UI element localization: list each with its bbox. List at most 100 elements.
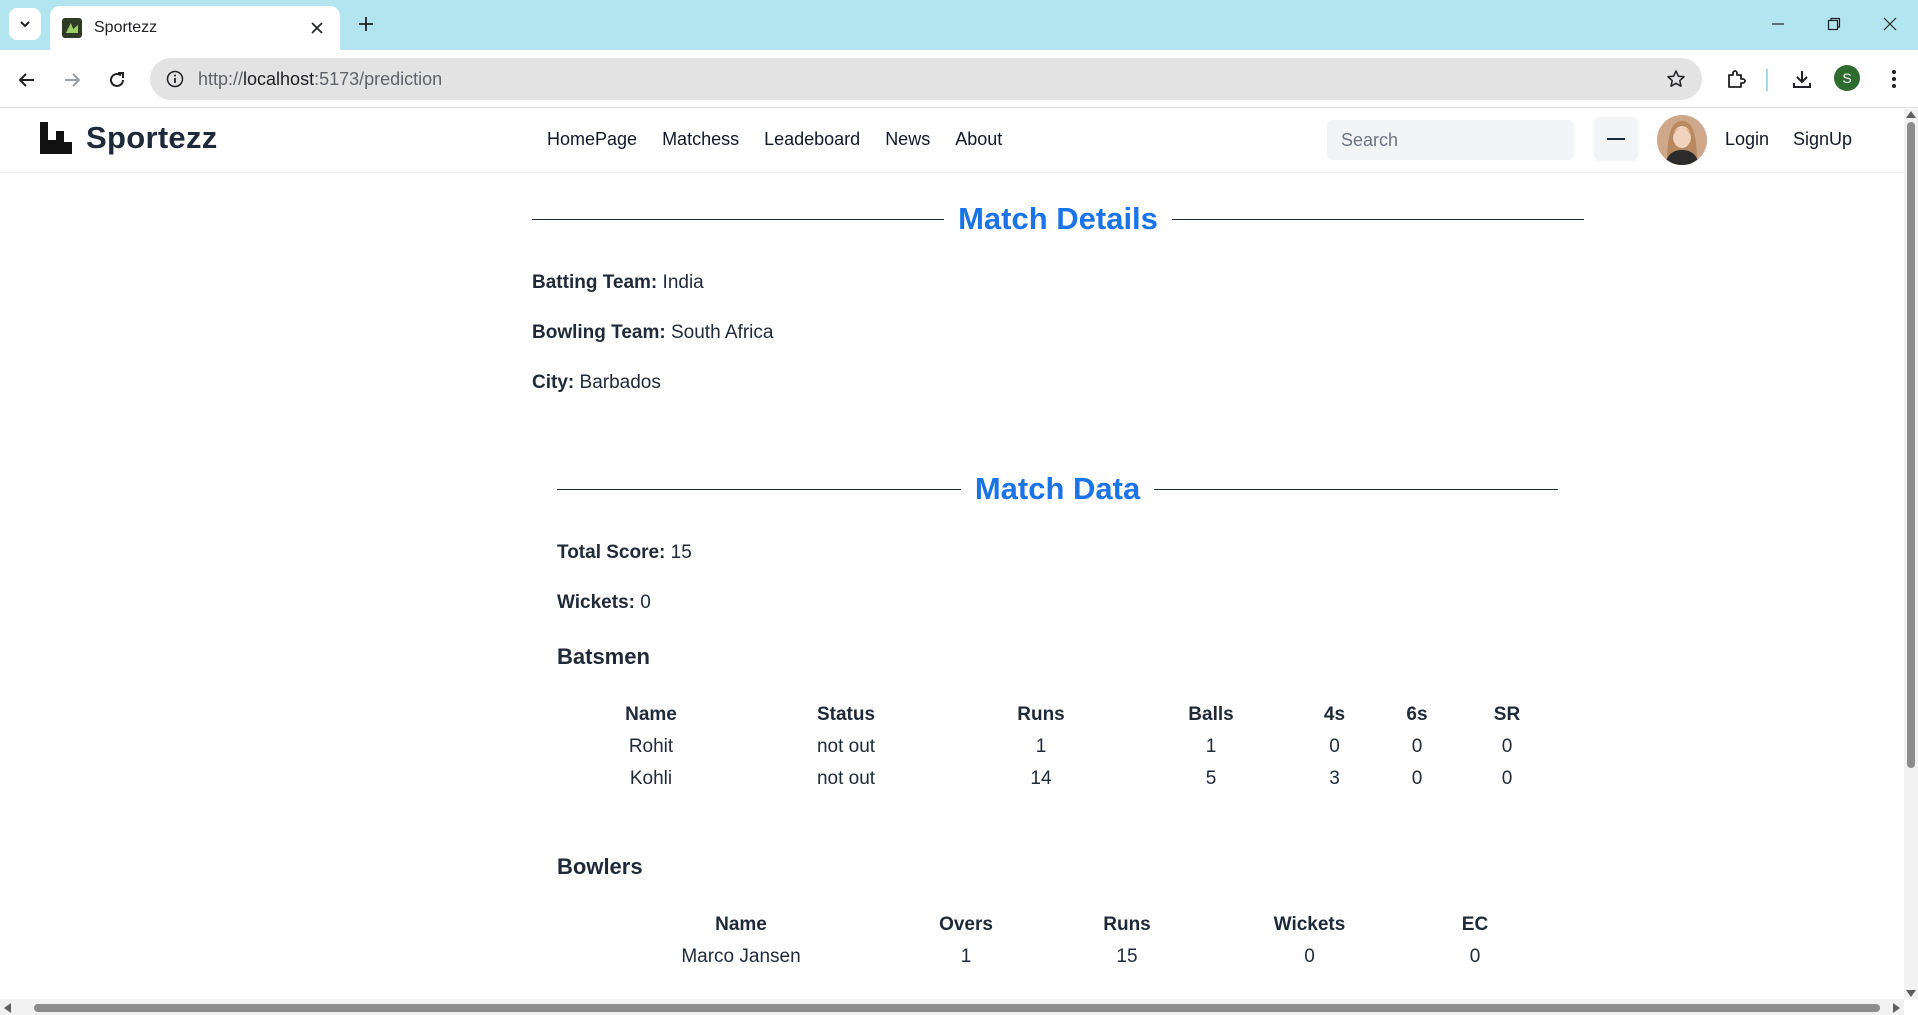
minimize-button[interactable] <box>1756 8 1800 40</box>
table-cell: not out <box>816 736 876 757</box>
nav-link-news[interactable]: News <box>885 129 930 150</box>
browser-tab-active[interactable]: Sportezz <box>50 6 340 50</box>
more-menu-icon[interactable] <box>1878 63 1910 95</box>
batting-team-line: Batting Team: India <box>532 272 704 294</box>
column-header: EC <box>1461 914 1489 935</box>
batsmen-heading: Batsmen <box>557 644 650 669</box>
download-icon[interactable] <box>1786 63 1818 95</box>
brand[interactable]: Sportezz <box>40 120 218 156</box>
bookmark-star-icon[interactable] <box>1664 67 1688 91</box>
table-cell: 14 <box>1030 768 1052 789</box>
match-details-heading: Match Details <box>532 201 1584 237</box>
new-tab-button[interactable] <box>352 10 380 38</box>
bowlers-heading: Bowlers <box>557 854 643 879</box>
back-button[interactable] <box>11 64 43 96</box>
extensions-icon[interactable] <box>1720 63 1752 95</box>
column-header: 6s <box>1406 704 1428 725</box>
site-info-icon[interactable] <box>164 68 186 90</box>
nav-link-matches[interactable]: Matchess <box>662 129 739 150</box>
wickets-line: Wickets: 0 <box>557 592 651 614</box>
scroll-left-arrow-icon[interactable] <box>4 1003 11 1013</box>
column-header: Overs <box>939 914 993 935</box>
scroll-right-arrow-icon[interactable] <box>1893 1003 1900 1013</box>
column-header: Wickets <box>1273 914 1346 935</box>
table-cell: Kohli <box>629 768 673 789</box>
tab-close-button[interactable] <box>306 17 328 39</box>
url-text: http://localhost:5173/prediction <box>198 68 443 89</box>
column-header: Runs <box>1103 914 1151 935</box>
signup-link[interactable]: SignUp <box>1793 129 1852 150</box>
reload-button[interactable] <box>101 64 133 96</box>
tab-search-button[interactable] <box>9 8 41 40</box>
scroll-down-arrow-icon[interactable] <box>1906 990 1916 997</box>
app-header: Sportezz HomePage Matchess Leadeboard Ne… <box>0 109 1904 173</box>
table-header-row: Name Overs Runs Wickets EC <box>600 909 1535 941</box>
user-avatar[interactable] <box>1657 115 1707 165</box>
search-input[interactable] <box>1327 120 1574 160</box>
profile-avatar-button[interactable]: S <box>1834 65 1860 91</box>
arrow-right-icon <box>65 73 81 87</box>
brand-name: Sportezz <box>86 120 218 155</box>
column-header: Name <box>625 704 677 725</box>
batting-team-value: India <box>662 272 704 293</box>
vertical-scroll-thumb[interactable] <box>1907 122 1915 768</box>
table-cell: 0 <box>1329 736 1340 757</box>
nav-link-leaderboard[interactable]: Leadeboard <box>764 129 860 150</box>
table-cell: 1 <box>960 946 972 967</box>
column-header: 4s <box>1323 704 1346 725</box>
page-viewport: Sportezz HomePage Matchess Leadeboard Ne… <box>0 109 1904 999</box>
city-label: City: <box>532 372 575 393</box>
table-cell: 1 <box>1205 736 1217 757</box>
menu-toggle-button[interactable] <box>1594 117 1638 161</box>
total-score-line: Total Score: 15 <box>557 542 692 564</box>
heading-rule-left <box>532 218 945 220</box>
brand-logo-icon <box>40 122 72 154</box>
nav-link-homepage[interactable]: HomePage <box>547 129 637 150</box>
batsmen-table: Name Status Runs Balls 4s 6s SR Rohit no… <box>557 699 1562 795</box>
toolbar-divider <box>1766 69 1768 91</box>
table-row: Rohit not out 1 1 0 0 0 <box>557 731 1562 763</box>
table-cell: 5 <box>1205 768 1217 789</box>
restore-button[interactable] <box>1812 8 1856 40</box>
table-header-row: Name Status Runs Balls 4s 6s SR <box>557 699 1562 731</box>
table-row: Marco Jansen 1 15 0 0 <box>600 941 1535 973</box>
login-link[interactable]: Login <box>1725 129 1769 150</box>
vertical-scrollbar[interactable] <box>1904 109 1918 999</box>
scroll-up-arrow-icon[interactable] <box>1906 111 1916 118</box>
match-data-heading: Match Data <box>557 471 1558 507</box>
batting-team-label: Batting Team: <box>532 272 658 293</box>
column-header: Status <box>816 704 876 725</box>
table-row: Kohli not out 14 5 3 0 0 <box>557 763 1562 795</box>
forward-button[interactable] <box>56 64 88 96</box>
close-icon <box>1883 17 1897 31</box>
heading-rule-left <box>557 488 961 490</box>
table-cell: 15 <box>1116 946 1138 967</box>
address-bar[interactable]: http://localhost:5173/prediction <box>150 58 1702 100</box>
column-header: Runs <box>1017 704 1065 725</box>
main-nav: HomePage Matchess Leadeboard News About <box>547 129 1002 150</box>
table-cell: 1 <box>1035 736 1047 757</box>
bowling-team-value: South Africa <box>671 322 774 343</box>
column-header: SR <box>1493 704 1521 725</box>
user-photo-icon <box>1657 115 1707 165</box>
browser-toolbar: http://localhost:5173/prediction S <box>0 50 1918 108</box>
table-cell: Marco Jansen <box>681 946 801 967</box>
table-cell: not out <box>816 768 876 789</box>
heading-rule-right <box>1154 488 1558 490</box>
total-score-value: 15 <box>670 542 692 563</box>
table-cell: 3 <box>1329 768 1340 789</box>
nav-link-about[interactable]: About <box>955 129 1002 150</box>
close-icon <box>311 22 323 34</box>
city-value: Barbados <box>579 372 661 393</box>
table-cell: 0 <box>1501 768 1513 789</box>
bowling-team-label: Bowling Team: <box>532 322 666 343</box>
horizontal-scrollbar[interactable] <box>0 999 1904 1015</box>
wickets-value: 0 <box>640 592 651 613</box>
horizontal-scroll-thumb[interactable] <box>34 1004 1880 1012</box>
table-cell: 0 <box>1501 736 1513 757</box>
match-details-title: Match Details <box>958 201 1158 236</box>
reload-icon <box>110 72 124 87</box>
bowlers-table: Name Overs Runs Wickets EC Marco Jansen … <box>600 909 1535 973</box>
close-window-button[interactable] <box>1868 8 1912 40</box>
tab-title: Sportezz <box>94 19 158 36</box>
